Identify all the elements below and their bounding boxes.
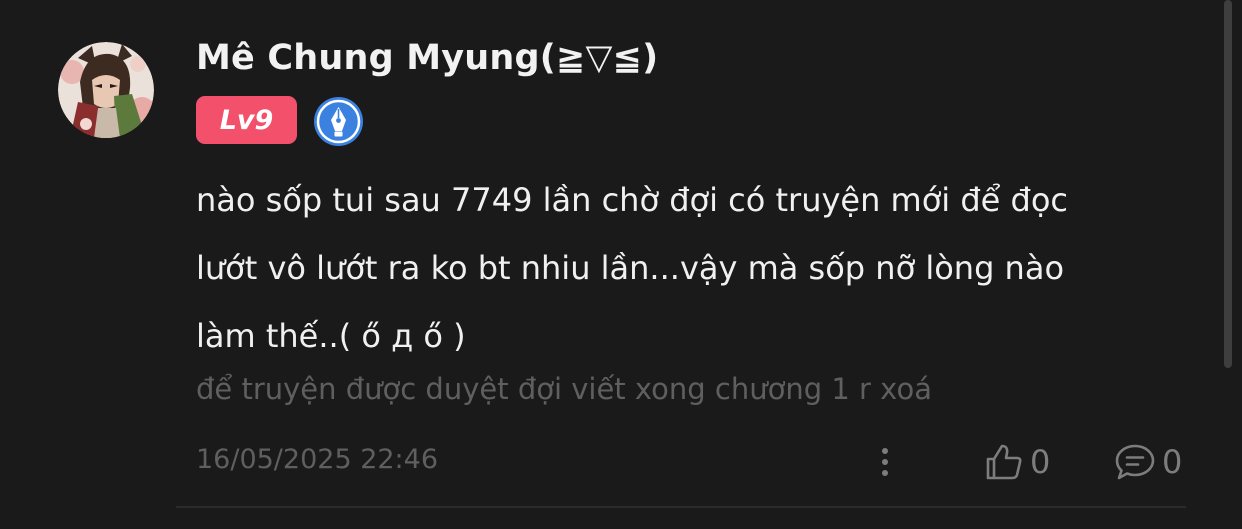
divider bbox=[176, 506, 1186, 508]
like-count: 0 bbox=[1030, 443, 1051, 481]
avatar[interactable] bbox=[58, 42, 154, 138]
author-badge bbox=[313, 96, 364, 147]
scrollbar[interactable] bbox=[1224, 0, 1232, 368]
edit-note: để truyện được duyệt đợi viết xong chươn… bbox=[196, 372, 932, 406]
like-button[interactable]: 0 bbox=[984, 440, 1050, 484]
timestamp: 16/05/2025 22:46 bbox=[196, 444, 439, 475]
comment-item: Mê Chung Myung(≧▽≦) Lv9 nào sốp tui sau … bbox=[0, 0, 1242, 529]
fountain-pen-icon bbox=[314, 97, 363, 146]
chat-bubble-icon bbox=[1115, 444, 1155, 480]
reply-button[interactable]: 0 bbox=[1114, 440, 1182, 484]
avatar-image bbox=[58, 42, 154, 138]
thumbs-up-icon bbox=[986, 444, 1022, 480]
level-badge: Lv9 bbox=[196, 96, 297, 144]
comment-content: nào sốp tui sau 7749 lần chờ đợi có truy… bbox=[196, 166, 1156, 370]
comment-line: làm thế..( ő д ő ) bbox=[196, 317, 466, 355]
more-vertical-icon bbox=[882, 448, 888, 476]
reply-count: 0 bbox=[1162, 443, 1183, 481]
comment-line: nào sốp tui sau 7749 lần chờ đợi có truy… bbox=[196, 181, 1069, 219]
comment-line: lướt vô lướt ra ko bt nhiu lần...vậy mà … bbox=[196, 249, 1065, 287]
more-options-button[interactable] bbox=[868, 444, 902, 480]
author-name[interactable]: Mê Chung Myung(≧▽≦) bbox=[196, 38, 658, 78]
